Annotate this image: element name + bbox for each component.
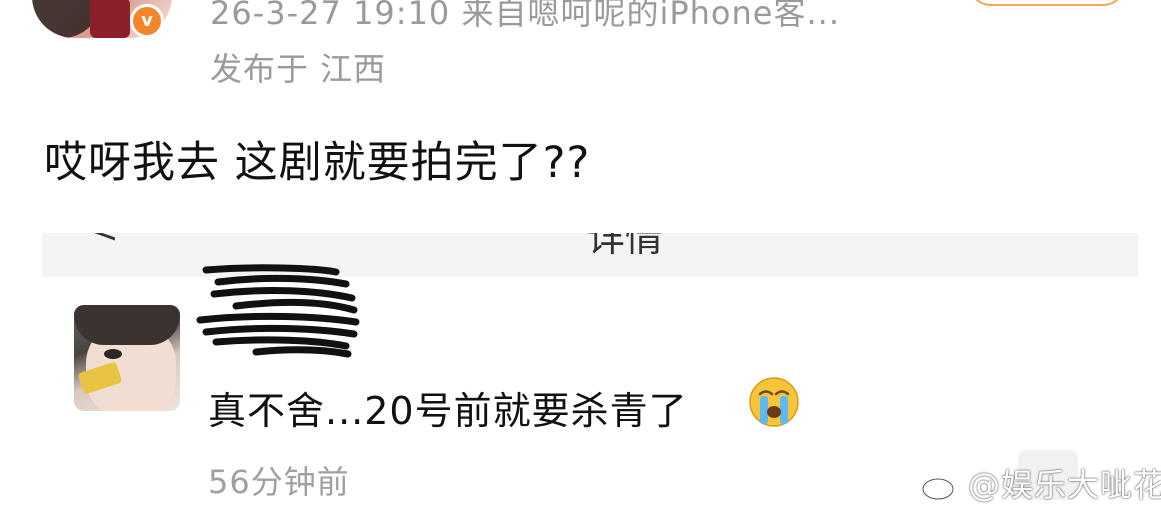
post-meta: 26-3-27 19:10 来自嗯呵呢的iPhone客...	[210, 0, 840, 32]
post-text: 哎呀我去 这剧就要拍完了??	[44, 138, 591, 188]
commenter-avatar[interactable]	[74, 305, 180, 411]
verified-badge-icon: v	[130, 4, 164, 38]
screenshot-title: 详情	[587, 233, 664, 260]
crying-face-icon	[749, 377, 799, 427]
avatar-collar	[90, 0, 130, 38]
avatar-fringe	[74, 305, 180, 345]
follow-button[interactable]	[968, 0, 1126, 6]
weibo-logo-icon	[921, 474, 962, 500]
post-location: 发布于 江西	[210, 50, 387, 88]
redaction-scribble	[196, 264, 360, 358]
watermark: @娱乐大呲花	[920, 460, 1161, 506]
watermark-text: @娱乐大呲花	[968, 466, 1161, 504]
back-icon: <	[90, 233, 119, 251]
comment-time: 56分钟前	[208, 463, 350, 501]
comment-text: 真不舍...20号前就要杀青了	[208, 389, 688, 433]
avatar-eye	[104, 349, 122, 359]
